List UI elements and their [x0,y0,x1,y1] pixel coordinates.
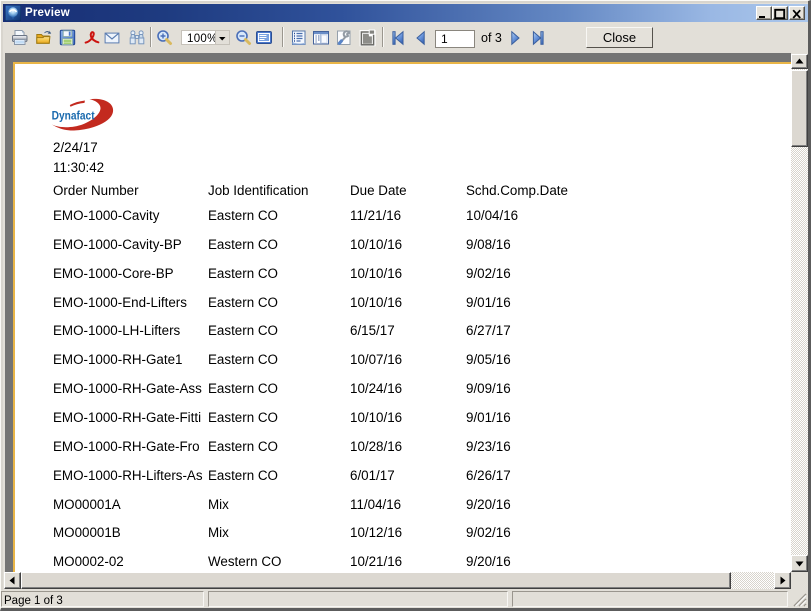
svg-text:Dynafact: Dynafact [52,110,95,122]
